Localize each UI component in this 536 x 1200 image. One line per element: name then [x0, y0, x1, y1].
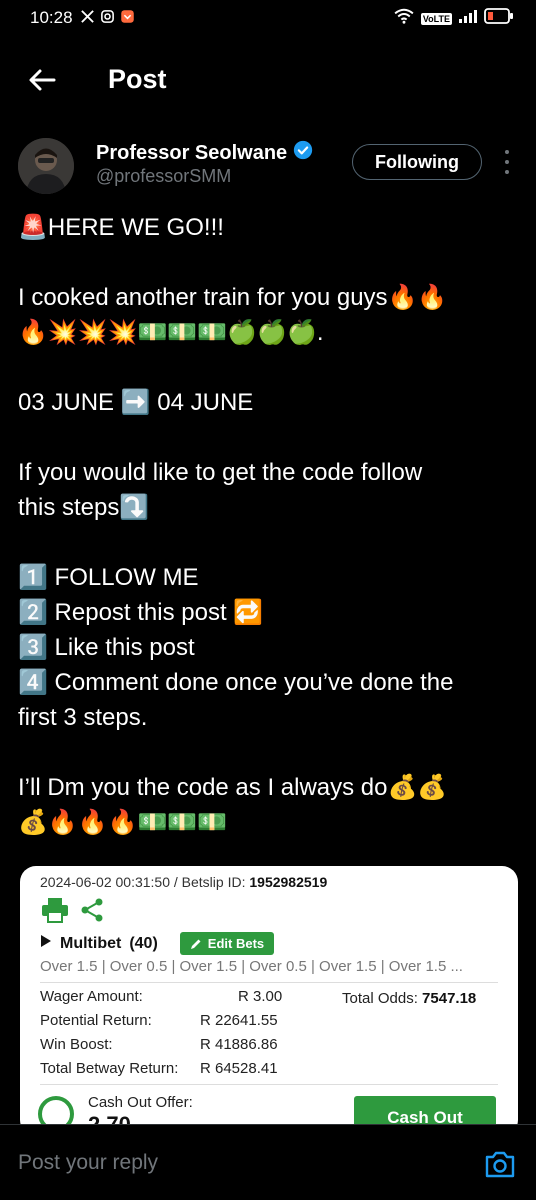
post-text-line: I cooked another train for you guys🔥🔥	[18, 284, 448, 311]
total-return-value: R 64528.41	[200, 1060, 278, 1077]
verified-badge-icon	[293, 140, 313, 166]
bet-type: Multibet	[60, 934, 122, 952]
potential-return-value: R 22641.55	[200, 1012, 278, 1029]
post-text-line: 4️⃣ Comment done once you’ve done the	[18, 669, 454, 696]
post-text-spacer	[18, 420, 522, 455]
post-text-spacer	[18, 350, 522, 385]
volte-badge: VoLTE	[420, 12, 452, 25]
camera-icon[interactable]	[484, 1149, 516, 1179]
arrow-left-icon	[29, 69, 56, 91]
post-text-line: If you would like to get the code follow	[18, 459, 423, 486]
post-text-line: 💰🔥🔥🔥💵💵💵	[18, 809, 228, 836]
post-text-line: 🔥💥💥💥💵💵💵🍏🍏🍏.	[18, 319, 324, 346]
back-button[interactable]	[24, 62, 60, 98]
notification-icon	[120, 9, 135, 29]
instagram-icon	[100, 9, 115, 29]
betslip-datetime: 2024-06-02 00:31:50	[40, 874, 170, 890]
battery-icon	[484, 8, 514, 29]
post-text-line: 2️⃣ Repost this post 🔁	[18, 599, 264, 626]
edit-bets-button: Edit Bets	[179, 932, 275, 955]
post-author: Professor Seolwane @professorSMM Followi…	[0, 130, 536, 200]
divider	[40, 982, 498, 983]
potential-return-label: Potential Return:	[40, 1012, 152, 1029]
page-title: Post	[108, 64, 167, 94]
status-bar: 10:28 VoLTE	[0, 0, 536, 36]
more-options-icon[interactable]	[498, 150, 516, 174]
post-text-line: this steps⤵️	[18, 494, 150, 521]
post-text-line: 🚨HERE WE GO!!!	[18, 214, 224, 241]
pencil-icon	[190, 939, 201, 949]
multibet-row: Multibet (40) Edit Bets	[40, 932, 275, 955]
divider	[40, 1084, 498, 1085]
cash-out-label: Cash Out Offer:	[88, 1094, 193, 1111]
betslip-meta: 2024-06-02 00:31:50 / Betslip ID: 195298…	[40, 874, 328, 890]
following-button[interactable]: Following	[352, 144, 482, 180]
total-return-label: Total Betway Return:	[40, 1060, 179, 1077]
wager-label: Wager Amount:	[40, 988, 143, 1005]
win-boost-value: R 41886.86	[200, 1036, 278, 1053]
author-name[interactable]: Professor Seolwane	[96, 140, 313, 166]
status-time: 10:28	[30, 8, 73, 27]
betslip-id-label: Betslip ID:	[181, 874, 246, 890]
post-text-spacer	[18, 525, 522, 560]
post-text-line: I’ll Dm you the code as I always do💰💰	[18, 774, 448, 801]
signal-icon	[458, 9, 478, 28]
post-text: 🚨HERE WE GO!!! I cooked another train for…	[18, 210, 522, 840]
share-icon	[78, 896, 106, 929]
markets-summary: Over 1.5 | Over 0.5 | Over 1.5 | Over 0.…	[40, 958, 463, 975]
author-handle[interactable]: @professorSMM	[96, 166, 231, 187]
post-text-line: 3️⃣ Like this post	[18, 634, 195, 661]
reply-bar: Post your reply	[0, 1124, 536, 1200]
total-odds-value: 7547.18	[422, 990, 477, 1007]
bet-count: (40)	[129, 934, 158, 952]
total-odds: Total Odds: 7547.18	[342, 990, 476, 1007]
avatar[interactable]	[18, 138, 74, 194]
top-app-bar: Post	[0, 50, 536, 110]
printer-icon	[40, 897, 70, 928]
edit-bets-label: Edit Bets	[207, 936, 265, 951]
betslip-image[interactable]: 2024-06-02 00:31:50 / Betslip ID: 195298…	[20, 866, 518, 1136]
betslip-id: 1952982519	[249, 874, 328, 890]
post-text-spacer	[18, 245, 522, 280]
post-text-line: 03 JUNE ➡️ 04 JUNE	[18, 389, 254, 416]
author-name-text: Professor Seolwane	[96, 141, 288, 164]
expand-triangle-icon	[40, 934, 52, 953]
post-text-spacer	[18, 735, 522, 770]
total-odds-label: Total Odds:	[342, 990, 418, 1007]
wager-value: R 3.00	[238, 988, 283, 1005]
post-text-line: first 3 steps.	[18, 704, 148, 731]
wifi-icon	[393, 8, 415, 29]
x-logo-icon	[80, 9, 95, 29]
post-text-line: 1️⃣ FOLLOW ME	[18, 564, 199, 591]
win-boost-label: Win Boost:	[40, 1036, 113, 1053]
reply-input[interactable]: Post your reply	[18, 1151, 158, 1175]
